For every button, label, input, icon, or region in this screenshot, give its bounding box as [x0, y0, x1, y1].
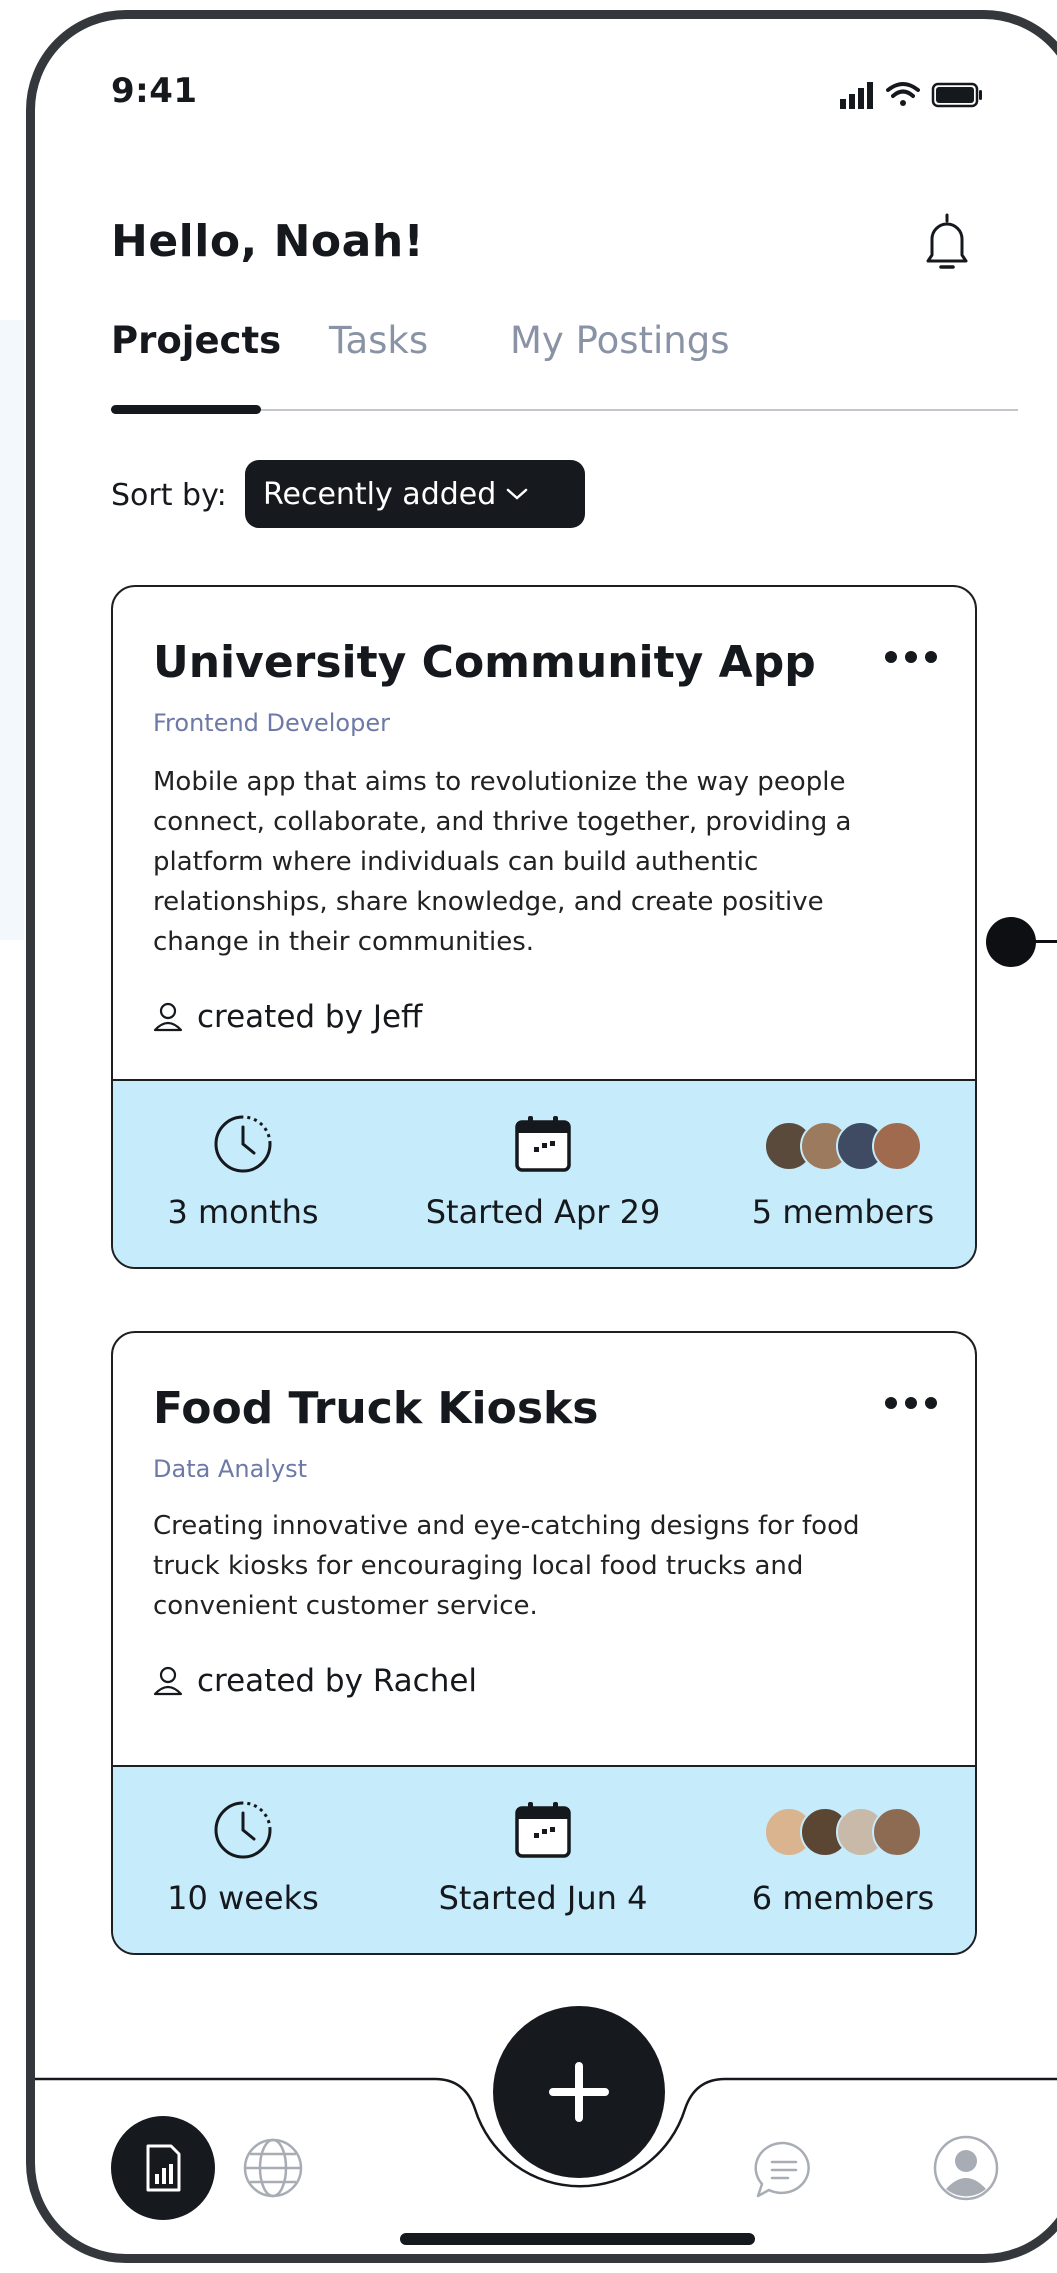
member-avatars	[764, 1121, 922, 1171]
sort-value: Recently added	[263, 476, 497, 512]
connector-line	[1025, 940, 1057, 943]
start-date-label: Started Apr 29	[425, 1193, 661, 1231]
stat-duration: 10 weeks	[113, 1767, 373, 1953]
background-strip	[0, 320, 24, 940]
add-icon	[549, 2062, 609, 2122]
duration-label: 3 months	[167, 1193, 319, 1231]
stat-start-date: Started Jun 4	[413, 1767, 673, 1953]
chevron-down-icon	[507, 488, 528, 500]
stat-duration: 3 months	[113, 1081, 373, 1267]
tab-indicator	[111, 405, 261, 414]
project-description: Creating innovative and eye-catching des…	[153, 1511, 860, 1621]
more-options-icon[interactable]	[883, 647, 939, 667]
calendar-icon	[515, 1116, 571, 1172]
user-icon	[153, 1002, 183, 1032]
creator-label: created by Jeff	[197, 999, 423, 1035]
chat-icon	[754, 2141, 810, 2198]
project-card[interactable]: Food Truck Kiosks Data Analyst Creating …	[111, 1331, 977, 1955]
stat-members: 5 members	[713, 1081, 973, 1267]
greeting-title: Hello, Noah!	[111, 216, 425, 267]
project-card[interactable]: University Community App Frontend Develo…	[111, 585, 977, 1269]
nav-explore[interactable]	[241, 2136, 305, 2204]
clock-icon	[214, 1115, 272, 1173]
user-icon	[153, 1666, 183, 1696]
signal-icon	[840, 82, 873, 109]
tab-tasks[interactable]: Tasks	[329, 319, 428, 362]
profile-icon	[933, 2135, 999, 2201]
tab-projects[interactable]: Projects	[111, 319, 281, 362]
project-description: Mobile app that aims to revolutionize th…	[153, 767, 852, 957]
start-date-label: Started Jun 4	[438, 1879, 648, 1917]
project-creator: created by Rachel	[153, 1663, 477, 1699]
stat-members: 6 members	[713, 1767, 973, 1953]
calendar-icon	[515, 1802, 571, 1858]
project-stats: 3 months Started Apr 29 5 members	[113, 1079, 975, 1267]
status-icons	[840, 82, 982, 109]
avatar	[872, 1807, 922, 1857]
bell-icon[interactable]	[922, 209, 972, 279]
wifi-icon	[886, 82, 920, 106]
add-project-button[interactable]	[493, 2006, 665, 2178]
tab-my-postings[interactable]: My Postings	[510, 319, 730, 362]
member-avatars	[764, 1807, 922, 1857]
phone-frame: 9:41 Hello, Noah! Projects Tasks My Post…	[26, 10, 1057, 2263]
more-options-icon[interactable]	[883, 1393, 939, 1413]
project-title: University Community App	[153, 637, 816, 688]
members-label: 6 members	[751, 1879, 935, 1917]
nav-messages[interactable]	[752, 2138, 816, 2206]
nav-profile[interactable]	[931, 2133, 1001, 2207]
members-label: 5 members	[751, 1193, 935, 1231]
creator-label: created by Rachel	[197, 1663, 478, 1699]
projects-icon	[111, 2116, 215, 2220]
status-time: 9:41	[111, 71, 198, 111]
project-title: Food Truck Kiosks	[153, 1383, 599, 1434]
battery-icon	[931, 82, 982, 108]
nav-projects[interactable]	[111, 2116, 215, 2224]
avatar	[872, 1121, 922, 1171]
stat-start-date: Started Apr 29	[413, 1081, 673, 1267]
sort-label: Sort by:	[111, 478, 227, 513]
sort-dropdown[interactable]: Recently added	[245, 460, 585, 528]
clock-icon	[214, 1801, 272, 1859]
project-stats: 10 weeks Started Jun 4 6 members	[113, 1765, 975, 1953]
home-indicator	[400, 2233, 755, 2245]
duration-label: 10 weeks	[167, 1879, 319, 1917]
globe-icon	[243, 2138, 303, 2198]
project-creator: created by Jeff	[153, 999, 422, 1035]
project-role: Frontend Developer	[153, 709, 390, 737]
tab-bar: Projects Tasks My Postings	[111, 319, 1018, 419]
project-role: Data Analyst	[153, 1455, 308, 1483]
